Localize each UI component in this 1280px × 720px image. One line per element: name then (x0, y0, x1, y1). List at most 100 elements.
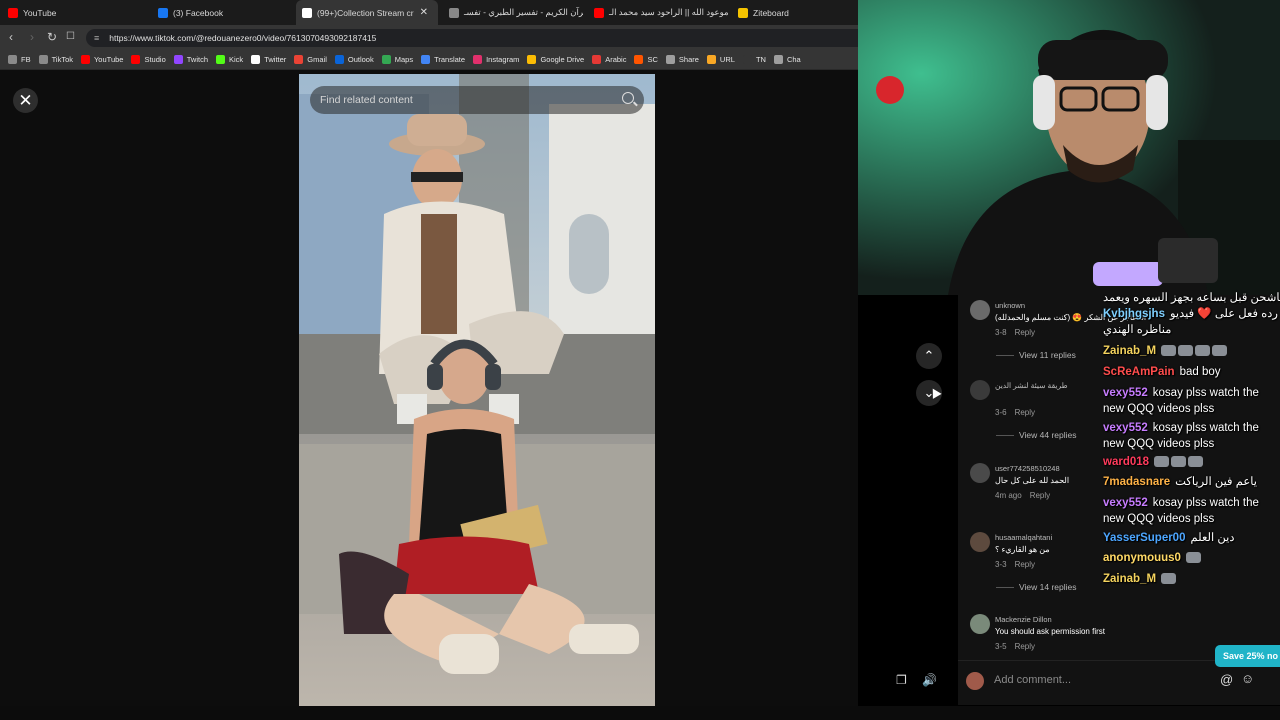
bookmark-item[interactable]: URL (706, 55, 735, 64)
streamer-webcam (858, 0, 1280, 295)
reply-button[interactable]: Reply (1015, 560, 1035, 569)
bookmark-item[interactable]: SC (634, 55, 658, 64)
close-video-button[interactable]: ✕ (13, 88, 38, 113)
address-bar[interactable]: ≡ https://www.tiktok.com/@redouanezero0/… (86, 29, 858, 47)
reload-icon[interactable]: ↻ (47, 31, 57, 43)
site-settings-icon[interactable]: ≡ (94, 33, 99, 43)
bookmark-item[interactable]: YouTube (80, 55, 123, 64)
chat-emote-icon (1212, 345, 1228, 357)
bookmark-item[interactable]: Outlook (334, 55, 374, 64)
commenter-name[interactable]: طريقة سيئة لنشر الدين (995, 381, 1068, 390)
comment-text: من هو القاريء ؟ (995, 545, 1050, 554)
bookmark-item[interactable]: Gmail (294, 55, 327, 64)
chat-text: new QQQ videos plss (1103, 438, 1215, 450)
view-replies-button[interactable]: View 44 replies (1019, 430, 1077, 440)
bookmark-icon (634, 55, 644, 64)
chat-username: ward018 (1103, 456, 1150, 468)
chat-message: Kvbjhgsjhs قصي رده فعل على ❤️ فيديو (1103, 306, 1280, 322)
bookmark-icon (131, 55, 141, 64)
browser-tab[interactable]: (99+)Collection Stream cr ✕ (296, 0, 438, 25)
bookmark-item[interactable]: Arabic (592, 55, 626, 64)
chat-message: ward018 (1103, 454, 1205, 470)
bookmark-label: TN (755, 55, 766, 64)
commenter-name[interactable]: unknown (995, 301, 1025, 310)
chat-emote-icon (1161, 573, 1177, 585)
mention-icon[interactable]: @ (1220, 672, 1233, 687)
browser-tab[interactable]: Ziteboard (732, 0, 852, 25)
bookmark-label: Twitch (186, 55, 209, 64)
browser-tab[interactable]: YouTube (2, 0, 142, 25)
tab-favicon-icon (449, 7, 459, 18)
comment-meta: 3-6 Reply (995, 408, 1035, 417)
bookmark-page-icon[interactable]: ☐ (66, 31, 75, 43)
bookmark-item[interactable]: Cha (773, 55, 801, 64)
bookmark-item[interactable]: Twitch (173, 55, 209, 64)
chat-username: YasserSuper00 (1103, 532, 1186, 544)
bookmark-item[interactable]: Twitter (251, 55, 286, 64)
reply-button[interactable]: Reply (1030, 491, 1050, 500)
save-promo-badge[interactable]: Save 25% no (1215, 645, 1280, 667)
chat-username: Zainab_M (1103, 573, 1157, 585)
commenter-name[interactable]: Mackenzie Dillon (995, 615, 1052, 624)
bookmark-item[interactable]: Instagram (473, 55, 519, 64)
video-player[interactable] (299, 74, 655, 706)
bookmark-icon (251, 55, 261, 64)
reply-button[interactable]: Reply (1015, 642, 1035, 651)
volume-icon[interactable]: 🔊 (922, 673, 937, 687)
chat-message: new QQQ videos plss (1103, 436, 1214, 452)
commenter-name[interactable]: user774258510248 (995, 464, 1060, 473)
bookmark-item[interactable]: TN (742, 55, 766, 64)
picture-in-picture-icon[interactable]: ❐ (896, 673, 907, 687)
bookmark-item[interactable]: Kick (216, 55, 243, 64)
bookmark-item[interactable]: Translate (421, 55, 465, 64)
bookmark-icon (421, 55, 431, 64)
chat-message: YasserSuper00 دين العلم (1103, 530, 1234, 546)
reply-button[interactable]: Reply (1015, 328, 1035, 337)
chat-message: 7madasnare ياعم فين الرياكت (1103, 474, 1257, 490)
bookmark-item[interactable]: Maps (381, 55, 414, 64)
commenter-avatar[interactable] (970, 614, 990, 634)
commenter-avatar[interactable] (970, 532, 990, 552)
search-icon[interactable] (622, 92, 634, 104)
bookmark-item[interactable]: Studio (131, 55, 166, 64)
browser-tab[interactable]: القرآن الكريم - تفسير الطبري - تفسـ (443, 0, 583, 25)
bookmark-icon (527, 55, 537, 64)
commenter-avatar[interactable] (970, 380, 990, 400)
bookmark-item[interactable]: Share (665, 55, 699, 64)
close-tab-icon[interactable]: ✕ (420, 7, 428, 18)
commenter-name[interactable]: husaamalqahtani (995, 533, 1052, 542)
commenter-avatar[interactable] (970, 300, 990, 320)
bookmark-item[interactable]: FB (8, 55, 31, 64)
bookmark-label: Gmail (307, 55, 327, 64)
chat-username: anonymouus0 (1103, 552, 1181, 564)
chat-username: 7madasnare (1103, 476, 1171, 488)
bookmark-icon (742, 55, 752, 64)
chat-text: kosay plss watch the (1152, 497, 1259, 509)
browser-tab[interactable]: موعود الله || الراحود سيد محمد الـ || (588, 0, 728, 25)
bookmark-icon (665, 55, 675, 64)
previous-video-button[interactable]: ⌃ (916, 343, 942, 369)
forward-icon[interactable]: › (30, 31, 34, 43)
tab-title: القرآن الكريم - تفسير الطبري - تفسـ (464, 7, 583, 17)
emoji-icon[interactable]: ☺ (1241, 671, 1254, 686)
chat-emote-icon (1171, 456, 1187, 468)
comment-date: 4m ago (995, 491, 1022, 500)
chat-text: ياعم فين الرياكت (1175, 476, 1257, 488)
related-content-search[interactable]: Find related content (310, 86, 644, 114)
tab-title: Ziteboard (753, 7, 789, 18)
view-replies-button[interactable]: View 14 replies (1019, 582, 1077, 592)
browser-tab[interactable]: (3) Facebook (152, 0, 287, 25)
chat-text: عاشحن قبل بساعه بجهز السهره ويعمد 😭 (1103, 292, 1280, 304)
back-icon[interactable]: ‹ (9, 31, 13, 43)
tab-title: (99+)Collection Stream cr (317, 7, 414, 18)
commenter-avatar[interactable] (970, 463, 990, 483)
bookmark-item[interactable]: Google Drive (527, 55, 584, 64)
stream-chat-overlay: عاشحن قبل بساعه بجهز السهره ويعمد 😭 Kvbjh… (1100, 290, 1280, 620)
add-comment-input[interactable]: Add comment... (994, 674, 1071, 686)
view-replies-button[interactable]: View 11 replies (1019, 350, 1076, 360)
reply-button[interactable]: Reply (1015, 408, 1035, 417)
chat-message: new QQQ videos plss (1103, 511, 1214, 527)
bookmark-item[interactable]: TikTok (38, 55, 73, 64)
bookmark-label: Maps (394, 55, 414, 64)
tab-favicon-icon (302, 7, 312, 18)
